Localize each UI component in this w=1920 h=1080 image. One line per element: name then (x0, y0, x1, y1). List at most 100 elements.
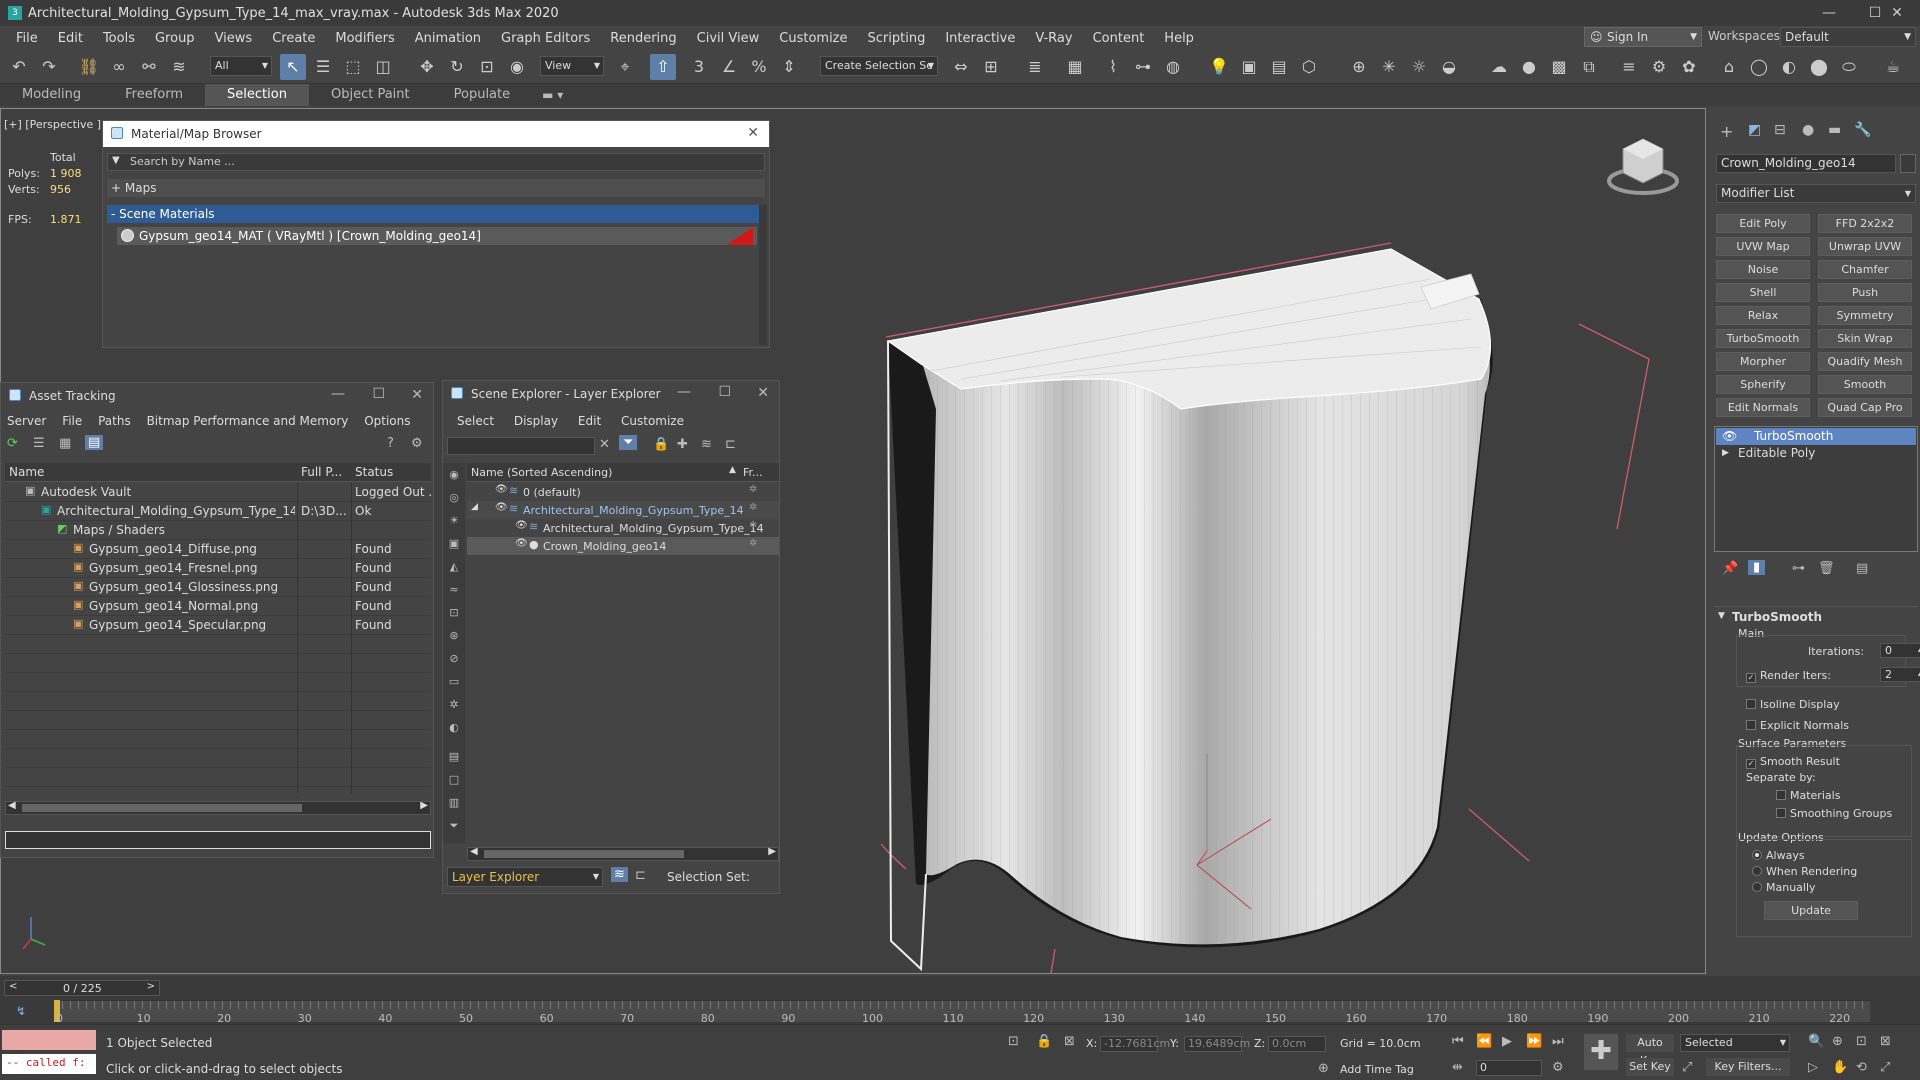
menu-civil-view[interactable]: Civil View (687, 31, 770, 46)
display-shapes-icon[interactable]: ◎ (443, 486, 465, 509)
orbit-icon[interactable]: ⟲ (1856, 1060, 1867, 1075)
smoothing-groups-checkbox[interactable]: Smoothing Groups (1776, 807, 1892, 820)
refresh-icon[interactable]: ⟳ (7, 436, 18, 451)
display-invert-icon[interactable]: ▥ (443, 791, 465, 814)
goto-start-icon[interactable]: ⏮ (1452, 1034, 1464, 1049)
ribbon-options-icon[interactable]: ▬ ▾ (532, 88, 563, 102)
z-coordinate-field[interactable]: 0.0cm (1268, 1036, 1326, 1052)
vray-scene-icon[interactable]: ⚙ (1646, 54, 1672, 80)
expand-icon[interactable]: ▶ (1722, 445, 1729, 462)
material-editor-icon[interactable]: ◍ (1160, 54, 1186, 80)
modifier-button-spherify[interactable]: Spherify (1716, 375, 1810, 394)
display-all-icon[interactable]: ▤ (443, 745, 465, 768)
eye-icon[interactable]: 👁 (515, 520, 528, 531)
maxscript-listener[interactable] (2, 1030, 96, 1050)
freeze-icon[interactable]: ✲ (749, 484, 757, 495)
scene-hscrollbar[interactable]: ◀ ▶ (467, 846, 779, 861)
render-iters-spinner[interactable]: 2▴▾ (1880, 667, 1920, 682)
modifier-button-quad-cap-pro[interactable]: Quad Cap Pro (1818, 398, 1912, 417)
isolate-icon[interactable]: ⊡ (1008, 1034, 1019, 1049)
table-view-icon[interactable]: ▤ (85, 435, 104, 450)
scroll-thumb[interactable] (484, 850, 684, 858)
utilities-tab-icon[interactable]: 🔧 (1854, 122, 1871, 138)
vray-proxy-icon[interactable]: ⧉ (1576, 54, 1602, 80)
align-icon[interactable]: ⊞ (978, 54, 1004, 80)
menu-help[interactable]: Help (1154, 31, 1204, 46)
vray-frame-buffer-icon[interactable]: ⊕ (1346, 54, 1372, 80)
asset-row[interactable]: ▣ Gypsum_geo14_Diffuse.png Found (5, 540, 431, 559)
asset-hscrollbar[interactable]: ◀ ▶ (5, 800, 431, 815)
menu-select[interactable]: Select (449, 414, 502, 428)
placement-icon[interactable]: ◉ (504, 54, 530, 80)
play-icon[interactable]: ▶ (1502, 1034, 1512, 1049)
help-icon[interactable]: ? (387, 436, 394, 451)
angle-snap-icon[interactable]: ∠ (716, 54, 742, 80)
set-key-big-icon[interactable]: ✚ (1584, 1034, 1618, 1070)
column-status[interactable]: Status (355, 463, 393, 482)
window-crossing-icon[interactable]: ◫ (370, 54, 396, 80)
eye-icon[interactable]: 👁 (495, 502, 508, 513)
scroll-left-icon[interactable]: ◀ (8, 800, 16, 811)
link-icon[interactable]: ∞ (106, 54, 132, 80)
menu-customize[interactable]: Customize (769, 31, 857, 46)
display-tab-icon[interactable]: ▬ (1828, 122, 1841, 138)
teapot-icon[interactable]: ☕ (1880, 54, 1906, 80)
percent-snap-icon[interactable]: % (746, 54, 772, 80)
menu-group[interactable]: Group (145, 31, 205, 46)
vray-material-icon[interactable]: ● (1516, 54, 1542, 80)
display-spacewarps-icon[interactable]: ≈ (443, 578, 465, 601)
scale-icon[interactable]: ⊡ (474, 54, 500, 80)
modifier-button-quadify-mesh[interactable]: Quadify Mesh (1818, 352, 1912, 371)
scene-tree-row[interactable]: 👁 ≋ Architectural_Molding_Gypsum_Type_14 ✲ (467, 519, 779, 537)
smooth-result-checkbox[interactable]: ✓ Smooth Result (1746, 755, 1840, 769)
tab-selection[interactable]: Selection (205, 84, 309, 106)
select-manipulate-icon[interactable]: ⇧ (650, 54, 676, 80)
scroll-left-icon[interactable]: ◀ (470, 846, 478, 857)
sign-in-dropdown[interactable]: ☺ Sign In ▼ (1584, 27, 1702, 47)
display-helpers-icon[interactable]: ◭ (443, 555, 465, 578)
asset-row[interactable]: ▣ Gypsum_geo14_Glossiness.png Found (5, 578, 431, 597)
close-icon[interactable]: ✕ (1874, 0, 1920, 26)
mirror-icon[interactable]: ⇔ (948, 54, 974, 80)
time-config-icon[interactable]: ⚙ (1552, 1060, 1564, 1075)
asset-row[interactable]: ◩ Maps / Shaders (5, 521, 431, 540)
schematic-view-icon[interactable]: ⊶ (1130, 54, 1156, 80)
menu-file[interactable]: File (6, 31, 48, 46)
update-button[interactable]: Update (1764, 901, 1858, 920)
prev-key-icon[interactable]: ⏪ (1476, 1034, 1492, 1049)
display-geometry-icon[interactable]: ◉ (443, 463, 465, 486)
menu-file[interactable]: File (56, 414, 88, 428)
iterations-spinner[interactable]: 0▴▾ (1880, 643, 1920, 658)
menu-create[interactable]: Create (262, 31, 325, 46)
isoline-checkbox[interactable]: Isoline Display (1746, 698, 1840, 711)
workspace-dropdown[interactable]: Default ▼ (1780, 27, 1916, 47)
modifier-button-shell[interactable]: Shell (1716, 283, 1810, 302)
vray-cloud-icon[interactable]: ✿ (1676, 54, 1702, 80)
object-name-field[interactable]: Crown_Molding_geo14 (1716, 154, 1896, 173)
close-icon[interactable]: ✕ (747, 125, 759, 141)
ref-coord-dropdown[interactable]: View ▼ (540, 56, 604, 76)
menu-display[interactable]: Display (506, 414, 566, 428)
display-groups-icon[interactable]: ⊡ (443, 601, 465, 624)
expand-icon[interactable]: ◢ (471, 502, 478, 512)
menu-edit[interactable]: Edit (570, 414, 609, 428)
menu-options[interactable]: Options (358, 414, 416, 428)
layer-manager-icon[interactable]: ≣ (1022, 54, 1048, 80)
maps-group[interactable]: + Maps (107, 179, 765, 197)
column-name[interactable]: Name (9, 463, 44, 482)
material-browser-scrollbar[interactable] (759, 205, 767, 345)
box-icon[interactable]: ◐ (1776, 54, 1802, 80)
time-slider[interactable]: < 0 / 225 > (4, 980, 160, 996)
asset-row[interactable]: ▣ Gypsum_geo14_Fresnel.png Found (5, 559, 431, 578)
modifier-button-edit-poly[interactable]: Edit Poly (1716, 214, 1810, 233)
menu-edit[interactable]: Edit (48, 31, 93, 46)
thumbnail-view-icon[interactable]: ▦ (59, 436, 71, 451)
render-setup-icon[interactable]: ▣ (1236, 54, 1262, 80)
pivot-icon[interactable]: ⌖ (612, 54, 638, 80)
freeze-icon[interactable]: ✲ (749, 538, 757, 549)
hierarchy-toggle-icon[interactable]: ⊏ (635, 868, 646, 883)
select-object-icon[interactable]: ↖ (280, 54, 306, 80)
menu-vray[interactable]: V-Ray (1025, 31, 1082, 46)
make-unique-icon[interactable]: ⊶ (1792, 561, 1805, 576)
unlink-icon[interactable]: ⚯ (136, 54, 162, 80)
